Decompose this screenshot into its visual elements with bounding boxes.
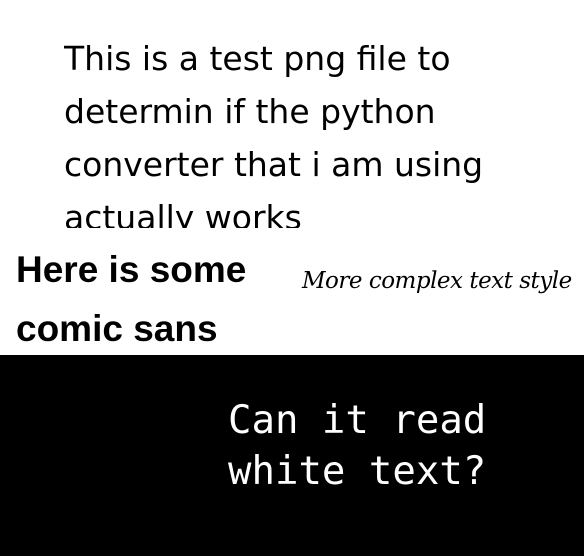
script-style-text: More complex text style <box>302 268 572 294</box>
intro-paragraph: This is a test png file to determin if t… <box>64 39 484 228</box>
white-text: Can it read white text? <box>228 398 487 494</box>
comic-sans-text: Here is some comic sans <box>16 249 247 349</box>
